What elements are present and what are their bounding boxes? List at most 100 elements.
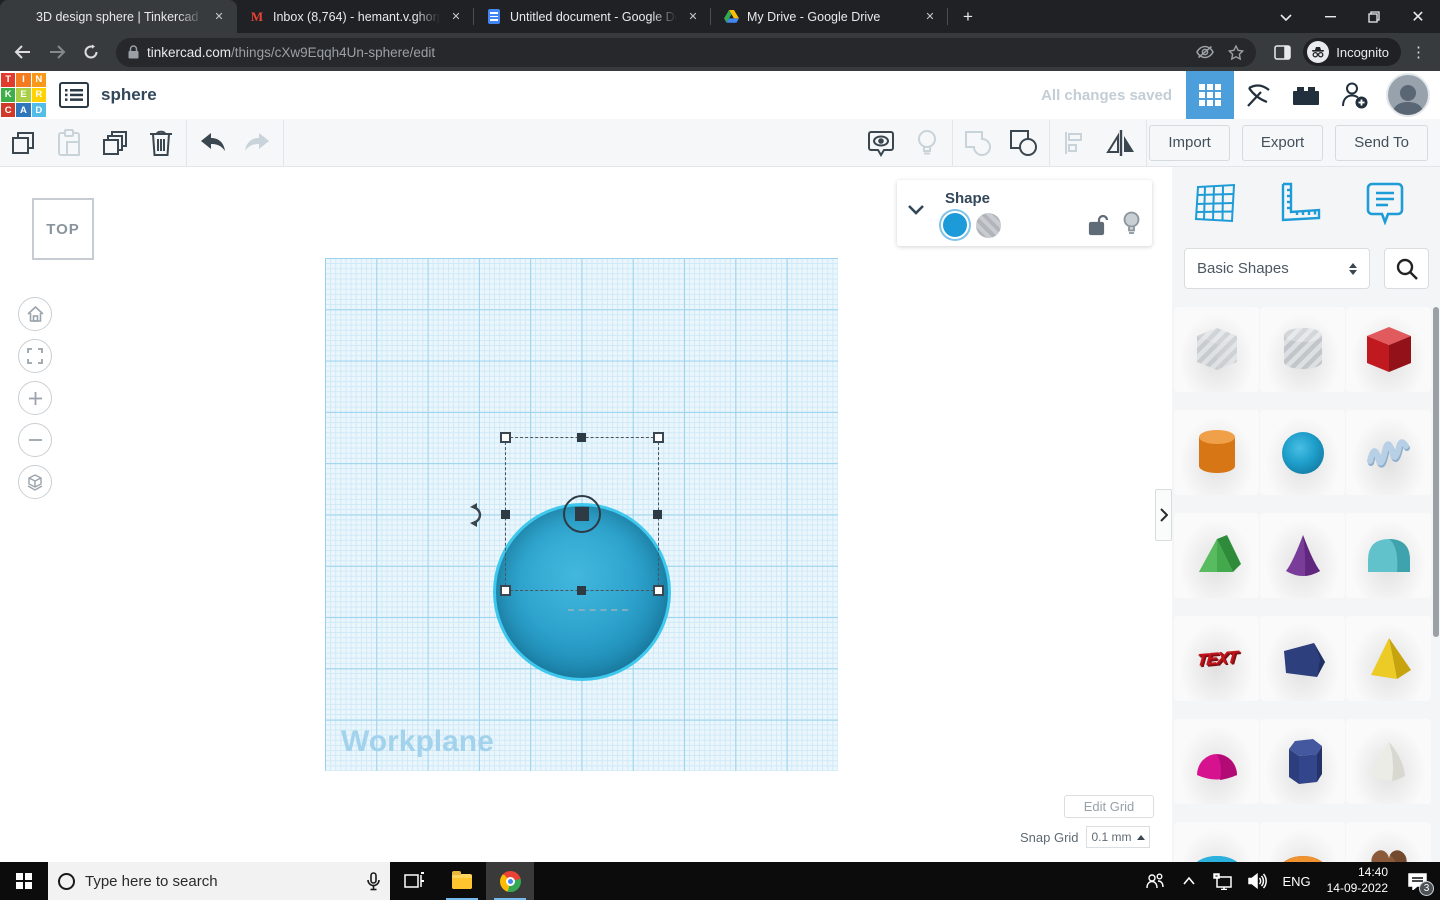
- duplicate-button[interactable]: [92, 120, 138, 166]
- language-indicator[interactable]: ENG: [1276, 874, 1316, 889]
- scale-handle-s[interactable]: [577, 586, 586, 595]
- tab-search-chevron-icon[interactable]: [1264, 0, 1308, 33]
- sidebar-scrollbar[interactable]: [1433, 307, 1439, 637]
- search-input[interactable]: [85, 872, 357, 890]
- send-to-button[interactable]: Send To: [1335, 124, 1428, 161]
- zoom-out-button[interactable]: [18, 423, 52, 457]
- redo-button[interactable]: [235, 120, 281, 166]
- forward-button[interactable]: [42, 37, 72, 67]
- shape-box-hole[interactable]: [1174, 307, 1259, 392]
- group-button[interactable]: [955, 120, 1001, 166]
- reload-button[interactable]: [76, 37, 106, 67]
- canvas[interactable]: TOP Workplane Shape Basic Shapes TEXT Ed…: [0, 167, 1440, 862]
- shape-hexagonal-prism[interactable]: [1260, 719, 1345, 804]
- show-all-button[interactable]: [858, 120, 904, 166]
- design-menu-icon[interactable]: [59, 82, 89, 108]
- action-center-button[interactable]: 3: [1398, 862, 1436, 900]
- restore-button[interactable]: [1352, 0, 1396, 33]
- scale-handle-w[interactable]: [501, 510, 510, 519]
- hole-swatch[interactable]: [976, 213, 1001, 238]
- shape-round-roof[interactable]: [1346, 513, 1431, 598]
- workplane-tool-button[interactable]: [1187, 177, 1243, 229]
- shape-cone[interactable]: [1260, 513, 1345, 598]
- shape-search-button[interactable]: [1384, 248, 1429, 289]
- incognito-badge[interactable]: Incognito: [1303, 38, 1401, 66]
- scale-handle-ne[interactable]: [653, 432, 664, 443]
- zoom-in-button[interactable]: [18, 381, 52, 415]
- notes-tool-button[interactable]: [1357, 177, 1413, 229]
- shape-polygon[interactable]: [1260, 616, 1345, 701]
- minimize-button[interactable]: [1308, 0, 1352, 33]
- tab-close-icon[interactable]: ✕: [922, 9, 938, 25]
- network-icon[interactable]: [1208, 862, 1238, 900]
- minecraft-export-button[interactable]: [1234, 71, 1282, 119]
- undo-button[interactable]: [189, 120, 235, 166]
- unlock-icon[interactable]: [1088, 214, 1108, 236]
- new-tab-button[interactable]: +: [954, 3, 982, 31]
- mirror-button[interactable]: [1098, 120, 1144, 166]
- back-button[interactable]: [8, 37, 38, 67]
- show-hide-bulb-icon[interactable]: [1123, 211, 1140, 236]
- shape-sphere[interactable]: [1260, 410, 1345, 495]
- tab-close-icon[interactable]: ✕: [685, 9, 701, 25]
- shape-scribble[interactable]: [1346, 410, 1431, 495]
- edit-grid-button[interactable]: Edit Grid: [1064, 795, 1154, 818]
- scale-handle-sw[interactable]: [500, 585, 511, 596]
- ruler-tool-button[interactable]: [1272, 177, 1328, 229]
- tab-google-drive[interactable]: My Drive - Google Drive ✕: [711, 0, 948, 33]
- shape-cylinder-hole[interactable]: [1260, 307, 1345, 392]
- shape-paraboloid[interactable]: [1174, 719, 1259, 804]
- rotate-handle[interactable]: [468, 499, 488, 531]
- shape-text[interactable]: TEXT: [1174, 616, 1259, 701]
- solid-color-swatch[interactable]: [941, 211, 969, 239]
- shape-egg[interactable]: [1346, 719, 1431, 804]
- sidebar-collapse-handle[interactable]: [1155, 489, 1172, 541]
- copy-button[interactable]: [0, 120, 46, 166]
- tab-close-icon[interactable]: ✕: [211, 9, 227, 25]
- tab-google-docs[interactable]: Untitled document - Google Doc ✕: [474, 0, 711, 33]
- shape-cylinder[interactable]: [1174, 410, 1259, 495]
- shape-tube[interactable]: [1260, 822, 1345, 862]
- share-add-person-button[interactable]: [1330, 71, 1378, 119]
- view-cube[interactable]: TOP: [32, 198, 94, 260]
- taskbar-search-box[interactable]: [48, 862, 390, 900]
- clock[interactable]: 14:40 14-09-2022: [1321, 865, 1394, 896]
- shape-box[interactable]: [1346, 307, 1431, 392]
- task-view-button[interactable]: [390, 862, 438, 900]
- home-view-button[interactable]: [18, 297, 52, 331]
- eye-off-icon[interactable]: [1196, 45, 1215, 59]
- align-button[interactable]: [1052, 120, 1098, 166]
- show-hidden-icons-chevron[interactable]: [1174, 862, 1204, 900]
- bookmark-star-icon[interactable]: [1228, 44, 1245, 60]
- avatar[interactable]: [1386, 73, 1430, 117]
- scale-handle-nw[interactable]: [500, 432, 511, 443]
- import-button[interactable]: Import: [1149, 124, 1230, 161]
- scale-handle-se[interactable]: [653, 585, 664, 596]
- side-panel-icon[interactable]: [1274, 44, 1291, 60]
- people-icon[interactable]: [1140, 862, 1170, 900]
- shape-heart[interactable]: [1346, 822, 1431, 862]
- paste-button[interactable]: [46, 120, 92, 166]
- scale-handle-n[interactable]: [577, 433, 586, 442]
- address-bar[interactable]: tinkercad.com/things/cXw9Eqqh4Un-sphere/…: [116, 37, 1257, 67]
- volume-icon[interactable]: [1242, 862, 1272, 900]
- tab-gmail[interactable]: M Inbox (8,764) - hemant.v.ghorpad ✕: [237, 0, 474, 33]
- shape-pyramid[interactable]: [1346, 616, 1431, 701]
- ungroup-button[interactable]: [1001, 120, 1047, 166]
- bricks-export-button[interactable]: [1282, 71, 1330, 119]
- snap-grid-select[interactable]: 0.1 mm: [1086, 826, 1150, 848]
- design-title[interactable]: sphere: [101, 85, 157, 105]
- shape-roof[interactable]: [1174, 513, 1259, 598]
- chrome-taskbar-button[interactable]: [486, 862, 534, 900]
- start-button[interactable]: [0, 862, 48, 900]
- perspective-toggle-button[interactable]: [18, 465, 52, 499]
- hide-button[interactable]: [904, 120, 950, 166]
- collapse-panel-chevron-icon[interactable]: [907, 204, 925, 215]
- move-handle[interactable]: [563, 495, 601, 533]
- tab-tinkercad[interactable]: 3D design sphere | Tinkercad ✕: [0, 0, 237, 33]
- shape-torus[interactable]: [1174, 822, 1259, 862]
- shape-category-select[interactable]: Basic Shapes: [1184, 248, 1370, 289]
- scale-handle-e[interactable]: [653, 510, 662, 519]
- browser-menu-icon[interactable]: ⋮: [1411, 43, 1426, 61]
- export-button[interactable]: Export: [1241, 124, 1324, 161]
